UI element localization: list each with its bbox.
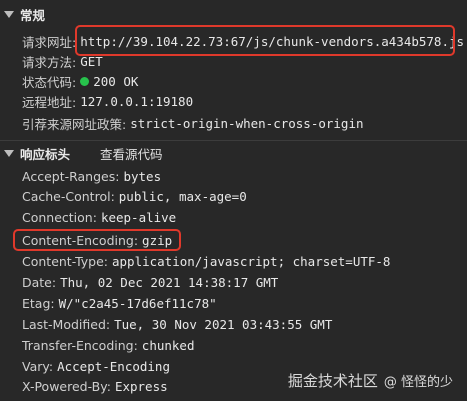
watermark-site: 掘金技术社区 [287,372,378,390]
header-key: Content-Type: [22,253,108,269]
header-value: public, max-age=0 [118,188,247,204]
header-value: bytes [123,168,162,184]
header-value: W/"c2a45-17d6ef11c78" [58,295,217,311]
status-code-value: 200 OK [93,73,139,89]
watermark-handle: @ 怪怪的少 [383,375,453,390]
network-headers-panel: 常规 请求网址: http://39.104.22.73:67/js/chunk… [0,0,467,401]
header-row: Transfer-Encoding: chunked [22,335,194,355]
referrer-policy-key: 引荐来源网址政策: [22,116,127,132]
header-value: Thu, 02 Dec 2021 14:38:17 GMT [60,274,279,290]
collapse-arrow-icon[interactable] [4,10,14,18]
header-value: chunked [141,337,195,353]
response-headers-title: 响应标头 [20,146,71,162]
status-code-key: 状态代码: [22,74,77,90]
header-key: Cache-Control: [22,188,115,204]
header-key: Date: [22,274,57,290]
header-value: Tue, 30 Nov 2021 03:43:55 GMT [114,316,333,332]
request-url-key: 请求网址: [22,34,77,50]
header-row: Cache-Control: public, max-age=0 [22,186,247,206]
header-key: Etag: [22,295,55,311]
header-key: Last-Modified: [22,316,111,332]
header-key: Vary: [22,358,54,374]
watermark: 掘金技术社区 @ 怪怪的少 [288,370,453,391]
request-url-highlight-box [75,25,455,56]
content-encoding-highlight-box [13,229,181,251]
view-source-link[interactable]: 查看源代码 [100,144,163,163]
request-method-key: 请求方法: [22,54,77,70]
remote-address-value: 127.0.0.1:19180 [80,93,194,109]
referrer-policy-row: 引荐来源网址政策: strict-origin-when-cross-origi… [22,113,364,133]
header-value: application/javascript; charset=UTF-8 [112,253,391,269]
header-key: X-Powered-By: [22,378,111,394]
header-value: keep-alive [100,209,177,225]
general-section-header[interactable]: 常规 [0,3,45,25]
remote-address-key: 远程地址: [22,94,77,110]
general-section-title: 常规 [20,7,46,23]
header-key: Connection: [22,209,97,225]
header-row: Date: Thu, 02 Dec 2021 14:38:17 GMT [22,272,278,292]
section-divider [0,140,467,141]
collapse-arrow-icon[interactable] [4,149,14,157]
header-row: Vary: Accept-Encoding [22,356,170,376]
header-row: Last-Modified: Tue, 30 Nov 2021 03:43:55… [22,314,332,334]
remote-address-row: 远程地址: 127.0.0.1:19180 [22,91,193,111]
header-value: Accept-Encoding [57,358,170,374]
header-value: Express [114,378,168,394]
referrer-policy-value: strict-origin-when-cross-origin [130,115,364,131]
header-key: Accept-Ranges: [22,168,120,184]
response-headers-section-header[interactable]: 响应标头 查看源代码 [0,142,163,164]
header-row: Content-Type: application/javascript; ch… [22,251,390,271]
header-row: Accept-Ranges: bytes [22,166,161,186]
header-row: Connection: keep-alive [22,207,176,227]
header-key: Transfer-Encoding: [22,337,138,353]
status-code-row: 状态代码: 200 OK [22,71,138,91]
status-ok-dot-icon [80,76,90,86]
header-row: X-Powered-By: Express [22,376,168,396]
header-row: Etag: W/"c2a45-17d6ef11c78" [22,293,217,313]
